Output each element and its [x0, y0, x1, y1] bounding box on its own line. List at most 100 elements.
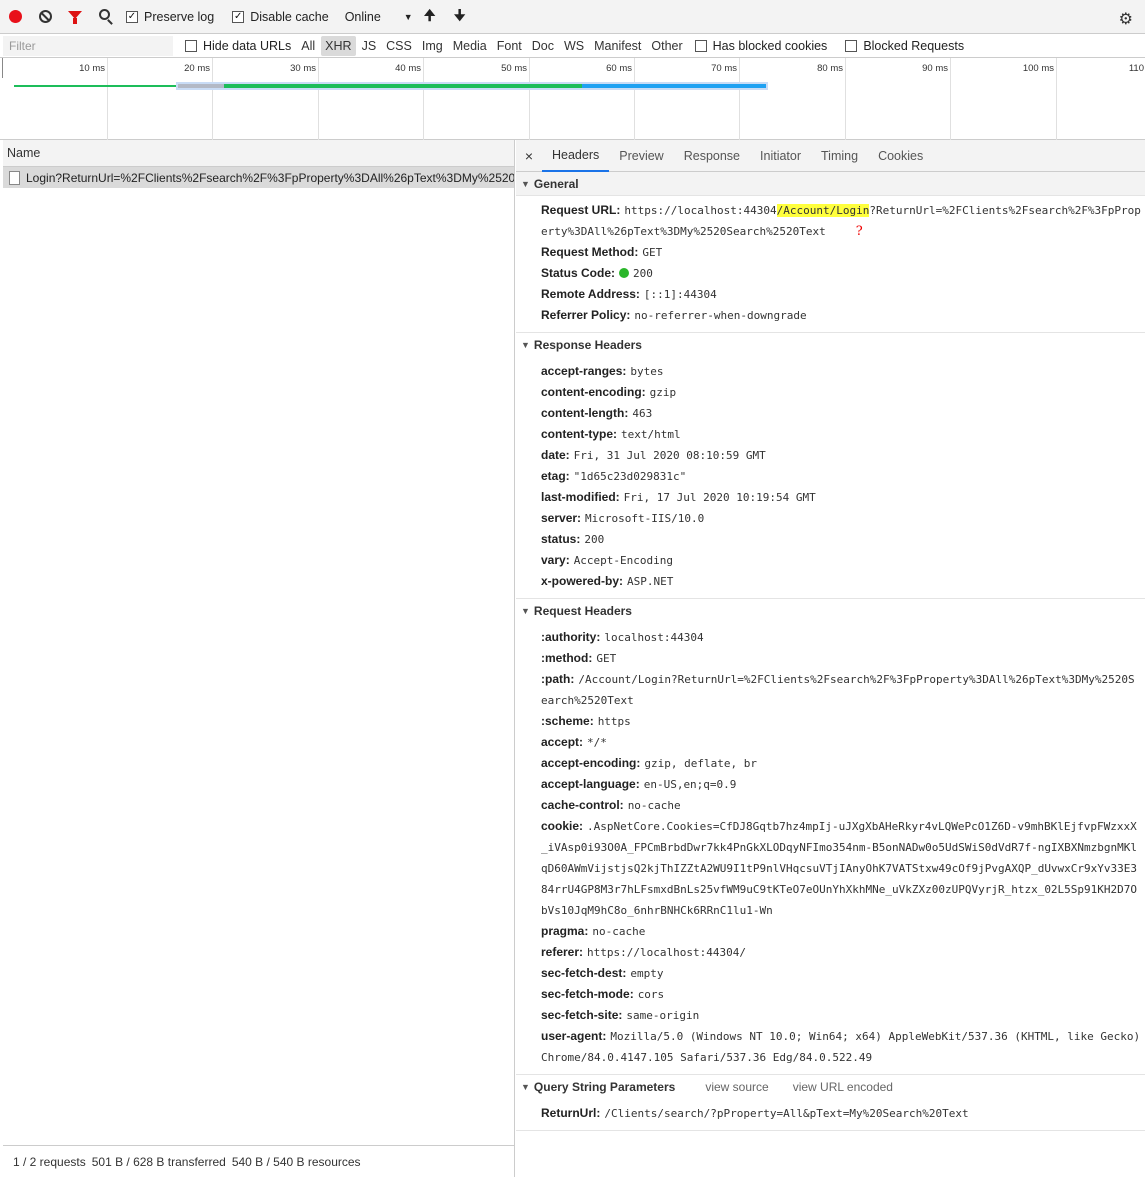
name-column-header[interactable]: Name: [3, 140, 514, 167]
type-filter-font[interactable]: Font: [493, 36, 526, 56]
preserve-log-checkbox[interactable]: ✓ Preserve log: [126, 10, 214, 24]
query-params-toggle[interactable]: ▼ Query String Parameters view source vi…: [516, 1075, 1145, 1099]
header-value: "1d65c23d029831c": [573, 470, 687, 483]
header-value: no-cache: [627, 799, 681, 812]
header-key: date:: [541, 448, 570, 462]
url-highlight: /Account/Login: [776, 204, 870, 217]
header-key: sec-fetch-site:: [541, 1008, 623, 1022]
type-filter-all[interactable]: All: [297, 36, 319, 56]
header-value: .AspNetCore.Cookies=CfDJ8Gqtb7hz4mpIj-uJ…: [541, 820, 1138, 917]
overview-timeline[interactable]: 10 ms 20 ms 30 ms 40 ms 50 ms 60 ms 70 m…: [0, 58, 1145, 140]
header-row: date: Fri, 31 Jul 2020 08:10:59 GMT: [541, 445, 1145, 466]
timeline-tick-label: 50 ms: [501, 63, 527, 74]
url-prefix: https://localhost:44304: [624, 204, 777, 217]
header-row: x-powered-by: ASP.NET: [541, 571, 1145, 592]
timeline-gridline: [107, 58, 108, 140]
clear-icon: [38, 10, 52, 23]
header-row: referer: https://localhost:44304/: [541, 942, 1145, 963]
header-key: accept-language:: [541, 777, 640, 791]
export-har-button[interactable]: 🠋: [445, 5, 475, 29]
clear-button[interactable]: [30, 0, 60, 34]
checkbox-unchecked-icon: [185, 39, 197, 52]
header-row: pragma: no-cache: [541, 921, 1145, 942]
header-key: accept:: [541, 735, 584, 749]
header-key: sec-fetch-dest:: [541, 966, 627, 980]
tab-initiator[interactable]: Initiator: [750, 140, 811, 172]
type-filter-other[interactable]: Other: [647, 36, 686, 56]
timeline-gridline: [634, 58, 635, 140]
timeline-gridline: [845, 58, 846, 140]
filter-bar: Filter Hide data URLs All XHR JS CSS Img…: [0, 34, 1145, 58]
timeline-gridline: [950, 58, 951, 140]
header-key: vary:: [541, 553, 570, 567]
header-key: :path:: [541, 672, 575, 686]
type-filter-xhr[interactable]: XHR: [321, 35, 356, 56]
triangle-down-icon: ▼: [521, 1082, 530, 1092]
request-url-row: Request URL: https://localhost:44304/Acco…: [541, 200, 1145, 242]
header-row: accept: */*: [541, 732, 1145, 753]
triangle-down-icon: ▼: [521, 340, 530, 350]
type-filter-js[interactable]: JS: [358, 36, 381, 56]
timeline-tick-label: 20 ms: [184, 63, 210, 74]
header-value: no-cache: [592, 925, 646, 938]
blocked-requests-checkbox[interactable]: Blocked Requests: [845, 39, 964, 53]
timeline-gridline: [318, 58, 319, 140]
header-value: [::1]:44304: [643, 288, 717, 301]
header-value: bytes: [630, 365, 664, 378]
disable-cache-checkbox[interactable]: ✓ Disable cache: [232, 10, 329, 24]
view-url-encoded-link[interactable]: view URL encoded: [793, 1080, 893, 1094]
header-value: Microsoft-IIS/10.0: [585, 512, 705, 525]
triangle-down-icon: ▼: [521, 606, 530, 616]
type-filter-media[interactable]: Media: [449, 36, 491, 56]
tab-headers[interactable]: Headers: [542, 140, 610, 172]
header-value: */*: [587, 736, 607, 749]
header-value: /Clients/search/?pProperty=All&pText=My%…: [604, 1107, 969, 1120]
header-key: :method:: [541, 651, 593, 665]
timeline-tick-label: 80 ms: [817, 63, 843, 74]
header-key: accept-encoding:: [541, 756, 641, 770]
type-filter-img[interactable]: Img: [418, 36, 447, 56]
close-icon[interactable]: ×: [516, 148, 542, 164]
record-button[interactable]: [0, 0, 30, 34]
timeline-bar-gray: [178, 84, 224, 88]
header-row: sec-fetch-dest: empty: [541, 963, 1145, 984]
settings-gear-icon[interactable]: ⚙: [1119, 9, 1133, 29]
checkbox-unchecked-icon: [845, 39, 858, 52]
header-row: content-length: 463: [541, 403, 1145, 424]
type-filter-doc[interactable]: Doc: [528, 36, 558, 56]
type-filter-css[interactable]: CSS: [382, 36, 416, 56]
header-value: gzip: [649, 386, 677, 399]
chevron-down-icon: ▼: [403, 11, 413, 22]
tab-timing[interactable]: Timing: [811, 140, 868, 172]
header-value: Fri, 31 Jul 2020 08:10:59 GMT: [573, 449, 766, 462]
disable-cache-label: Disable cache: [250, 9, 329, 24]
request-headers-toggle[interactable]: ▼ Request Headers: [516, 599, 1145, 623]
tab-cookies[interactable]: Cookies: [868, 140, 933, 172]
resources-size: 540 B / 540 B resources: [231, 1154, 361, 1169]
header-key: status:: [541, 532, 581, 546]
request-row[interactable]: Login?ReturnUrl=%2FClients%2Fsearch%2F%3…: [3, 167, 514, 188]
has-blocked-cookies-checkbox[interactable]: Has blocked cookies: [694, 39, 827, 53]
header-key: :authority:: [541, 630, 601, 644]
throttling-select[interactable]: Online ▼: [345, 10, 415, 24]
import-har-button[interactable]: 🠉: [415, 5, 445, 29]
record-icon: [8, 10, 22, 23]
general-section-title: General: [533, 176, 579, 191]
view-source-link[interactable]: view source: [705, 1080, 768, 1094]
header-key: cookie:: [541, 819, 584, 833]
filter-input[interactable]: Filter: [3, 35, 173, 56]
tab-response[interactable]: Response: [674, 140, 750, 172]
timeline-tick-label: 100 ms: [1022, 63, 1054, 74]
tab-preview[interactable]: Preview: [609, 140, 673, 172]
header-value: GET: [596, 652, 617, 665]
hide-data-urls-checkbox[interactable]: Hide data URLs: [185, 39, 291, 53]
type-filter-ws[interactable]: WS: [560, 36, 588, 56]
search-button[interactable]: [90, 0, 120, 34]
type-filter-manifest[interactable]: Manifest: [590, 36, 645, 56]
header-value: /Account/Login?ReturnUrl=%2FClients%2Fse…: [541, 673, 1135, 707]
filter-icon: [68, 10, 82, 24]
response-headers-toggle[interactable]: ▼ Response Headers: [516, 333, 1145, 357]
checkbox-checked-icon: ✓: [232, 10, 245, 23]
filter-toggle-button[interactable]: [60, 0, 90, 34]
general-section-toggle[interactable]: ▼ General: [516, 172, 1145, 196]
